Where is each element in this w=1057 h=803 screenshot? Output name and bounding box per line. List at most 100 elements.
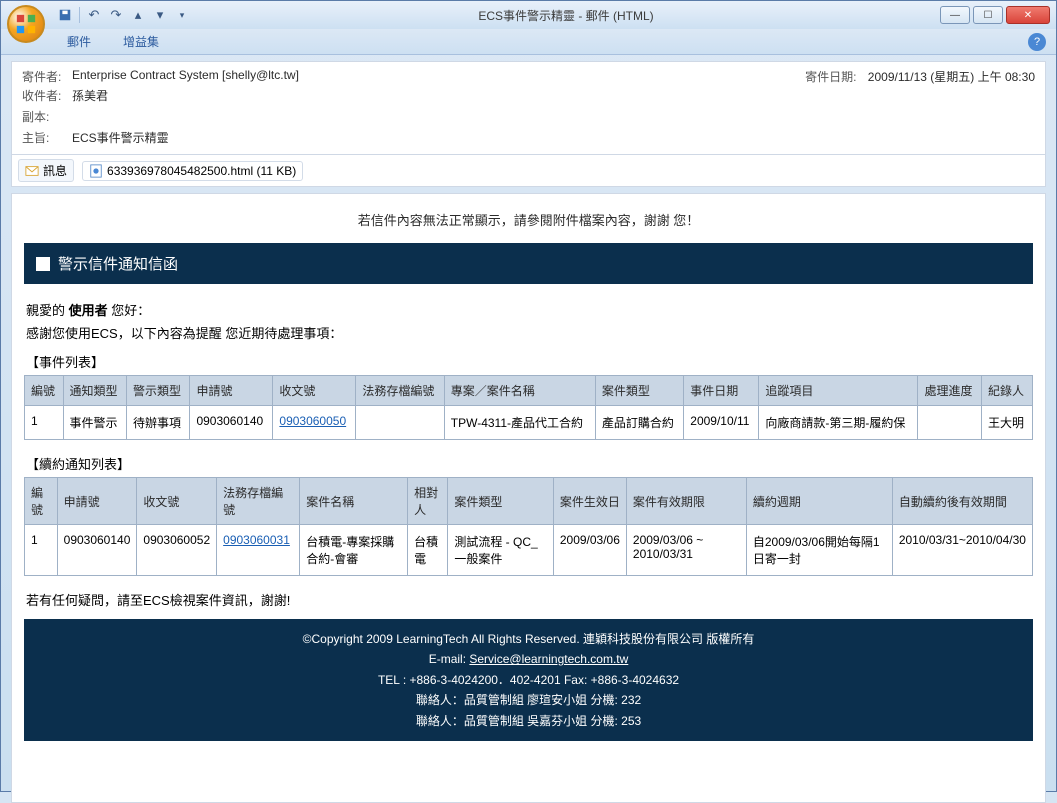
td: 0903060140 xyxy=(190,406,273,440)
ribbon-tabs: 郵件 增益集 ? xyxy=(1,29,1056,55)
th: 紀錄人 xyxy=(981,376,1032,406)
th: 收文號 xyxy=(137,478,217,525)
td: 2009/10/11 xyxy=(684,406,759,440)
help-icon[interactable]: ? xyxy=(1028,33,1046,51)
to-value: 孫美君 xyxy=(72,87,1035,104)
th: 案件類型 xyxy=(448,478,554,525)
td: 1 xyxy=(25,525,58,576)
envelope-icon xyxy=(25,164,39,178)
td: 自2009/03/06開始每隔1日寄一封 xyxy=(746,525,892,576)
th: 案件生效日 xyxy=(553,478,626,525)
td: 向廠商請款-第三期-履約保 xyxy=(759,406,918,440)
th: 自動續約後有效期間 xyxy=(892,478,1032,525)
th: 收文號 xyxy=(273,376,356,406)
attachment-bar: 訊息 633936978045482500.html (11 KB) xyxy=(11,155,1046,187)
save-icon[interactable] xyxy=(55,5,75,25)
greeting-suffix: 您好： xyxy=(108,303,151,318)
td-link: 0903060031 xyxy=(217,525,300,576)
th: 法務存檔編號 xyxy=(356,376,444,406)
footer-email-prefix: E-mail: xyxy=(429,652,470,666)
td xyxy=(918,406,981,440)
greeting-user: 使用者 xyxy=(69,303,108,318)
message-header: 寄件者: Enterprise Contract System [shelly@… xyxy=(11,61,1046,155)
footer-line: TEL : +886-3-4024200．402-4201 Fax: +886-… xyxy=(34,670,1023,690)
up-icon[interactable]: ▴ xyxy=(128,5,148,25)
table-row: 1 0903060140 0903060052 0903060031 台積電-專… xyxy=(25,525,1033,576)
attachment-label: 633936978045482500.html (11 KB) xyxy=(107,164,296,178)
undo-icon[interactable]: ↶ xyxy=(84,5,104,25)
th: 事件日期 xyxy=(684,376,759,406)
sent-label: 寄件日期: xyxy=(805,70,856,84)
td: 1 xyxy=(25,406,64,440)
html-file-icon xyxy=(89,164,103,178)
window-controls: — ☐ ✕ xyxy=(940,6,1050,24)
footer-line: ©Copyright 2009 LearningTech All Rights … xyxy=(34,629,1023,649)
footer-line: 聯絡人：品質管制組 廖瑄安小姐 分機: 232 xyxy=(34,690,1023,710)
footer-line: 聯絡人：品質管制組 吳嘉芬小姐 分機: 253 xyxy=(34,711,1023,731)
message-tab[interactable]: 訊息 xyxy=(18,159,74,182)
qa-dropdown-icon[interactable]: ▾ xyxy=(172,5,192,25)
footer-email-link[interactable]: Service@learningtech.com.tw xyxy=(469,652,628,666)
td: 產品訂購合約 xyxy=(595,406,683,440)
th: 續約週期 xyxy=(746,478,892,525)
attachment-item[interactable]: 633936978045482500.html (11 KB) xyxy=(82,161,303,181)
minimize-button[interactable]: — xyxy=(940,6,970,24)
td: 事件警示 xyxy=(63,406,126,440)
subject-label: 主旨: xyxy=(22,129,72,146)
subline: 感謝您使用ECS，以下內容為提醒 您近期待處理事項： xyxy=(26,323,1031,342)
th: 相對人 xyxy=(408,478,448,525)
td: 2009/03/06 xyxy=(553,525,626,576)
th: 編號 xyxy=(25,376,64,406)
cc-label: 副本: xyxy=(22,108,72,125)
section-renewals: 【續約通知列表】 xyxy=(26,454,1031,473)
th: 通知類型 xyxy=(63,376,126,406)
quick-access-toolbar: ↶ ↷ ▴ ▾ ▾ xyxy=(55,5,192,25)
greeting-prefix: 親愛的 xyxy=(26,303,69,318)
tab-mail[interactable]: 郵件 xyxy=(57,29,101,54)
from-label: 寄件者: xyxy=(22,68,72,85)
maximize-button[interactable]: ☐ xyxy=(973,6,1003,24)
th: 專案／案件名稱 xyxy=(444,376,595,406)
th: 案件名稱 xyxy=(300,478,408,525)
message-tab-label: 訊息 xyxy=(43,162,67,179)
th: 申請號 xyxy=(190,376,273,406)
down-icon[interactable]: ▾ xyxy=(150,5,170,25)
message-body: 若信件內容無法正常顯示，請參閱附件檔案內容，謝謝 您！ 警示信件通知信函 親愛的… xyxy=(11,193,1046,803)
table-header-row: 編號 通知類型 警示類型 申請號 收文號 法務存檔編號 專案／案件名稱 案件類型… xyxy=(25,376,1033,406)
td-link: 0903060050 xyxy=(273,406,356,440)
office-button[interactable] xyxy=(7,5,45,43)
window-title: ECS事件警示精靈 - 郵件 (HTML) xyxy=(192,7,940,24)
td: 2009/03/06 ~ 2010/03/31 xyxy=(626,525,746,576)
title-bar: ↶ ↷ ▴ ▾ ▾ ECS事件警示精靈 - 郵件 (HTML) — ☐ ✕ xyxy=(1,1,1056,29)
td: 2010/03/31~2010/04/30 xyxy=(892,525,1032,576)
to-label: 收件者: xyxy=(22,87,72,104)
cc-value xyxy=(72,108,1035,125)
mail-window: ↶ ↷ ▴ ▾ ▾ ECS事件警示精靈 - 郵件 (HTML) — ☐ ✕ 郵件… xyxy=(0,0,1057,792)
greeting: 親愛的 使用者 您好： xyxy=(26,300,1031,319)
table-header-row: 編號 申請號 收文號 法務存檔編號 案件名稱 相對人 案件類型 案件生效日 案件… xyxy=(25,478,1033,525)
events-table: 編號 通知類型 警示類型 申請號 收文號 法務存檔編號 專案／案件名稱 案件類型… xyxy=(24,375,1033,440)
separator xyxy=(79,7,80,23)
closing: 若有任何疑問，請至ECS檢視案件資訊，謝謝! xyxy=(26,590,1031,609)
th: 處理進度 xyxy=(918,376,981,406)
td: 0903060140 xyxy=(57,525,137,576)
subject-value: ECS事件警示精靈 xyxy=(72,129,1035,146)
td: 台積電-專案採購合約-會審 xyxy=(300,525,408,576)
doc-link[interactable]: 0903060031 xyxy=(223,533,290,547)
td: 待辦事項 xyxy=(126,406,189,440)
redo-icon[interactable]: ↷ xyxy=(106,5,126,25)
banner-title: 警示信件通知信函 xyxy=(58,253,178,274)
doc-link[interactable]: 0903060050 xyxy=(279,414,346,428)
td: 0903060052 xyxy=(137,525,217,576)
top-notice: 若信件內容無法正常顯示，請參閱附件檔案內容，謝謝 您！ xyxy=(24,210,1033,229)
square-icon xyxy=(36,257,50,271)
th: 警示類型 xyxy=(126,376,189,406)
td: 測試流程 - QC_一般案件 xyxy=(448,525,554,576)
close-button[interactable]: ✕ xyxy=(1006,6,1050,24)
section-events: 【事件列表】 xyxy=(26,352,1031,371)
footer-line: E-mail: Service@learningtech.com.tw xyxy=(34,649,1023,669)
footer: ©Copyright 2009 LearningTech All Rights … xyxy=(24,619,1033,741)
td: 台積電 xyxy=(408,525,448,576)
tab-addins[interactable]: 增益集 xyxy=(113,29,169,54)
sent-value: 2009/11/13 (星期五) 上午 08:30 xyxy=(868,70,1035,84)
